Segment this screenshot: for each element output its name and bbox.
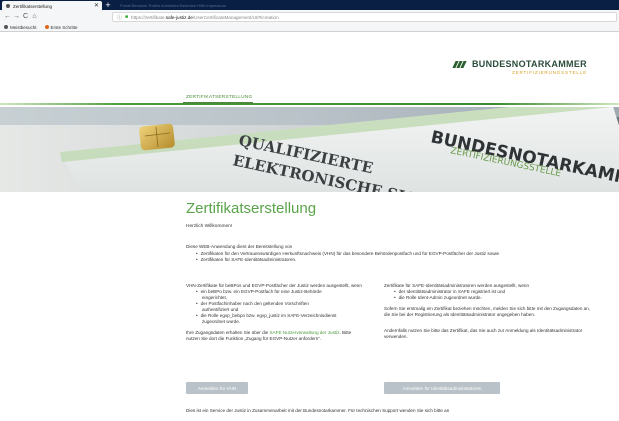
bookmark-label: Erste Schritte [50, 24, 78, 30]
bookmarks-bar: Meistbesucht Erste Schritte [0, 23, 619, 32]
hero-card-image: QUALIFIZIERTE ELEKTRONISCHE SIG BUNDESNO… [0, 107, 619, 192]
logo-title: BUNDESNOTARKAMMER [472, 59, 587, 69]
vhn-conditions-list: ein beBPo bzw. ein EGVP-Postfach für ein… [186, 289, 364, 325]
bookmark-label: Meistbesucht [10, 24, 37, 30]
tab-title: Zertifikatserstellung [13, 3, 53, 9]
intro-text: Diese WEB-Anwendung dient der Bereitstel… [186, 244, 293, 249]
login-identity-admin-button[interactable]: Anmelden für Identitätsadministratoren [384, 382, 500, 394]
bookmark-most-visited[interactable]: Meistbesucht [4, 25, 37, 30]
firefox-icon [44, 25, 49, 29]
admin-conditions-list: der Identitätsadministrator in SAFE regi… [384, 289, 594, 301]
welcome-text: Herzlich Willkommen! [186, 224, 233, 229]
new-tab-button[interactable]: + [103, 1, 113, 10]
url-host: https://zertifikate. [131, 14, 166, 20]
info-icon[interactable]: ⓘ [117, 14, 122, 21]
hero-banner: QUALIFIZIERTE ELEKTRONISCHE SIG BUNDESNO… [0, 107, 619, 192]
safe-nutzerverwaltung-link[interactable]: SAFE Nutzerverwaltung der Justiz [270, 330, 340, 335]
vhn-info-column: VHN-Zertifikate für beBPos und EGVP-Post… [186, 283, 364, 342]
back-button[interactable]: ← [3, 13, 12, 20]
logo-subtitle: ZERTIFIZIERUNGSSTELLE [512, 70, 587, 75]
admin-info-column: Zertifikate für SAFE-Identitätsadministr… [384, 283, 594, 340]
admin-otherwise-paragraph: Andernfalls nutzen Sie bitte das Zertifi… [384, 328, 583, 339]
bookmark-getting-started[interactable]: Erste Schritte [44, 24, 78, 30]
bundesnotarkammer-logo[interactable]: BUNDESNOTARKAMMER ZERTIFIZIERUNGSSTELLE [452, 59, 587, 75]
tab-close-button[interactable]: ✕ [94, 3, 99, 9]
browser-tabbar: Zertifikatserstellung ✕ + Portal Benutze… [0, 0, 619, 11]
tabbar-background-text: Portal Benutzer Rollen Anmelden Beenden … [120, 3, 227, 8]
nav-active-indicator [183, 102, 253, 104]
logo-stripes-icon [452, 61, 468, 68]
lock-icon: ■ [125, 14, 129, 20]
home-button[interactable]: ⌂ [30, 13, 39, 20]
list-item: Zertifikaten für SAFE-Identitätsadminist… [196, 257, 616, 263]
forward-button[interactable]: → [12, 13, 21, 20]
address-bar[interactable]: ⓘ ■ https://zertifikate. safe-justiz.de/U… [112, 12, 617, 22]
favicon-icon [6, 4, 10, 8]
footer-text: Dies ist ein Service der Justiz in Zusam… [186, 408, 450, 413]
nav-item-zertifikatserstellung[interactable]: ZERTIFIKATSERSTELLUNG [186, 95, 252, 100]
header-divider [0, 103, 619, 105]
gear-icon [4, 25, 8, 29]
admin-first-time-paragraph: Sofern Sie erstmalig ein Zertifikat bezi… [384, 306, 591, 317]
url-domain: safe-justiz.de [165, 14, 193, 20]
intro-list: Zertifikaten für den Vertrauenswürdigen … [196, 251, 616, 263]
url-path: /UserCertificateManagement/UI/#/creation [192, 14, 279, 20]
login-vhn-button[interactable]: Anmelden für VHN [186, 382, 248, 394]
page-title: Zertifikatserstellung [186, 200, 317, 217]
reload-button[interactable]: C [21, 13, 30, 20]
vhn-access-paragraph: Ihre Zugangsdaten erhalten Sie über die … [186, 330, 352, 341]
